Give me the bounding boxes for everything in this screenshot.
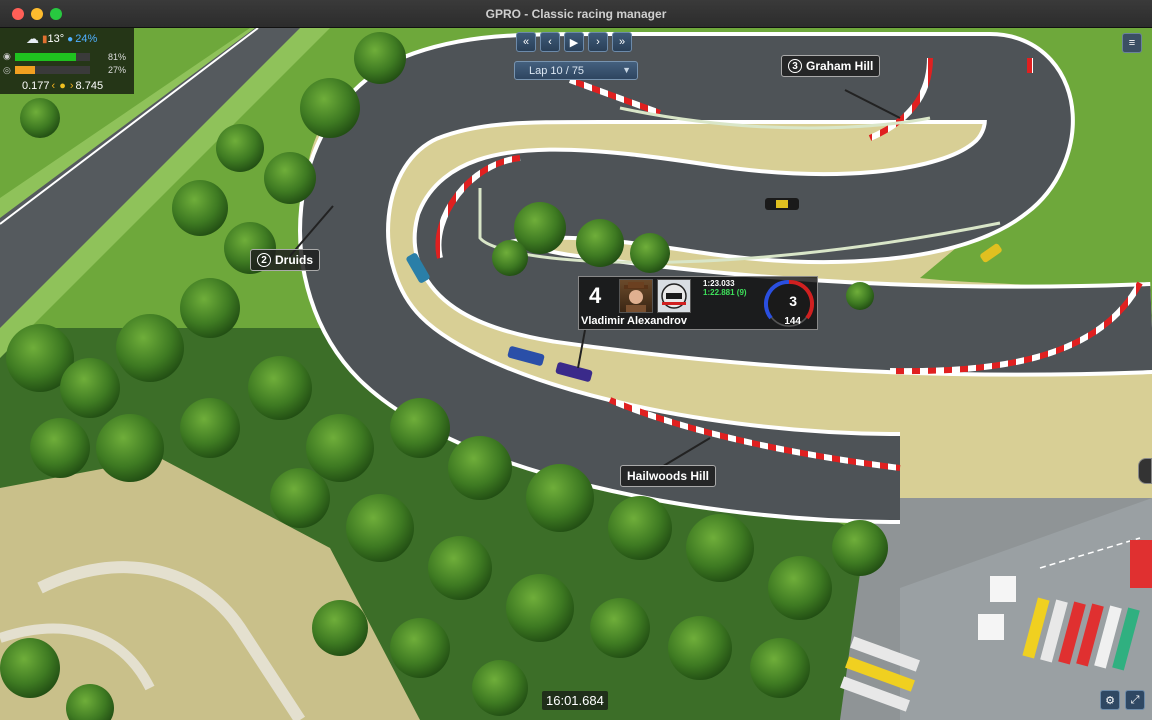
fullscreen-icon: ⤢ [1130,693,1140,706]
humidity: 24% [75,33,98,45]
tyre-wear-percent: 81% [108,52,127,62]
gauge-icon: ◎ [3,65,11,75]
speed-readout: 144 [784,316,801,327]
race-clock: 16:01.684 [542,691,608,710]
corner-name: Hailwoods Hill [627,469,710,483]
fuel-icon: ◉ [3,51,11,61]
driver-icon: ● [59,80,66,92]
tyre-wear-bar [15,53,90,61]
corner-name: Graham Hill [806,59,874,73]
previous-button[interactable]: ‹ [540,32,560,52]
corner-label-druids: 2 Druids [250,249,321,271]
corner-label-hailwoods-hill: Hailwoods Hill [620,465,717,487]
expand-panel-handle[interactable] [1138,458,1152,484]
app-window: GPRO - Classic racing manager ☁ ▮ 13° ● … [0,0,1152,720]
arrow-right-icon: › [69,80,74,92]
arrow-left-icon: ‹ [51,80,56,92]
menu-button[interactable]: ≡ [1122,33,1142,53]
window-title: GPRO - Classic racing manager [485,7,667,21]
settings-button[interactable]: ⚙ [1100,690,1120,710]
playback-controls: « ‹ ▶ › » [516,32,632,52]
last-lap-time: 1:23.033 [703,279,735,288]
play-button[interactable]: ▶ [564,32,584,52]
corner-label-graham-hill: 3 Graham Hill [781,55,881,77]
tyre-wear-fill [15,53,76,61]
driver-info-panel[interactable]: 4 1:23.033 1:22.881 (9) 3 144 Vladimir A… [578,276,818,330]
helmet-avatar [657,279,691,313]
gap-behind: 8.745 [75,80,104,92]
gear-icon: ⚙ [1105,694,1115,707]
fuel-percent: 27% [108,65,127,75]
fuel-bar [15,66,90,74]
track-map[interactable] [0,28,1152,720]
corner-number: 3 [788,59,802,73]
fuel-fill [15,66,36,74]
corner-name: Druids [275,253,314,267]
lap-selector[interactable]: Lap 10 / 75 ▼ [514,61,638,80]
temperature: 13° [47,33,65,45]
helmet-icon [661,283,687,309]
fullscreen-button[interactable]: ⤢ [1125,690,1145,710]
driver-position: 4 [589,283,602,308]
driver-name: Vladimir Alexandrov [581,315,687,327]
gear-indicator: 3 [789,293,797,309]
humidity-icon: ● [67,33,74,45]
driver-avatar [619,279,653,313]
gaps-row: 0.177 ‹ ● › 8.745 [22,80,103,92]
chevron-down-icon: ▼ [622,65,631,75]
next-button[interactable]: › [588,32,608,52]
cloud-icon: ☁ [26,31,39,46]
race-hud: ☁ ▮ 13° ● 24% ◉ 81% ◎ 27% 0.177 ‹ ● › 8.… [0,28,134,94]
lap-label: Lap 10 / 75 [529,64,585,77]
fast-forward-button[interactable]: » [612,32,632,52]
rewind-button[interactable]: « [516,32,536,52]
track-map-graphic [0,28,1152,720]
best-lap-time: 1:22.881 (9) [703,288,747,297]
title-bar: GPRO - Classic racing manager [0,0,1152,28]
corner-number: 2 [257,253,271,267]
gap-ahead: 0.177 [22,80,50,92]
weather-row: ☁ ▮ 13° ● 24% [26,31,97,47]
person-icon [624,282,648,312]
